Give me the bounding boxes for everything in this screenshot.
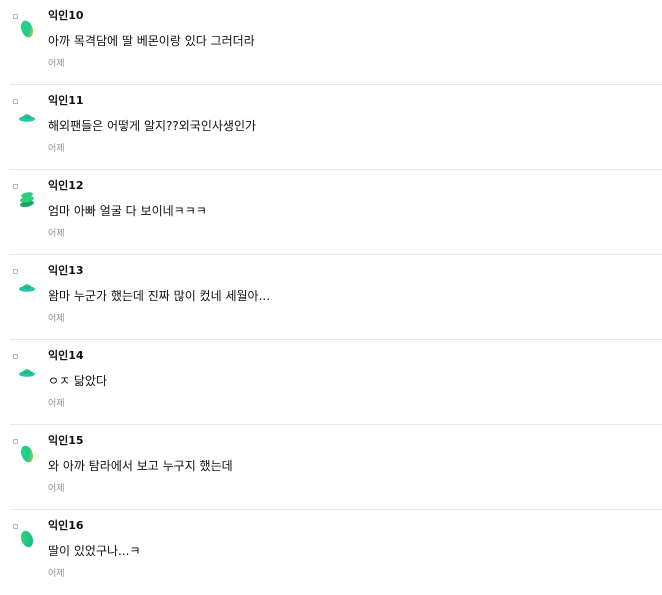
comment-time: 어제 <box>48 569 65 579</box>
comment-author[interactable]: 익인11 <box>48 94 84 108</box>
comment-author[interactable]: 익인15 <box>48 434 84 448</box>
green-yellow-leaf-icon <box>16 443 38 465</box>
comment-item: 익인13 왐마 누군가 했는데 진짜 많이 컸네 세월아... 어제 <box>10 255 662 340</box>
green-leaf-icon <box>16 528 38 550</box>
comment-list: 익인10 아까 목격담에 딸 베몬이랑 있다 그러더라 어제 익인11 해외팬들… <box>0 0 662 587</box>
comment-time: 어제 <box>48 484 65 494</box>
comment-text: 해외팬들은 어떻게 알지??외국인사생인가 <box>48 119 257 133</box>
comment-text: 아까 목격담에 딸 베몬이랑 있다 그러더라 <box>48 34 255 48</box>
comment-text: 딸이 있었구나...ㅋ <box>48 544 141 558</box>
comment-time: 어제 <box>48 59 65 69</box>
comment-item: 익인16 딸이 있었구나...ㅋ 어제 <box>10 510 662 595</box>
comment-author[interactable]: 익인10 <box>48 9 84 23</box>
comment-time: 어제 <box>48 314 65 324</box>
comment-item: 익인10 아까 목격담에 딸 베몬이랑 있다 그러더라 어제 <box>10 0 662 85</box>
comment-item: 익인12 엄마 아빠 얼굴 다 보이네ㅋㅋㅋ 어제 <box>10 170 662 255</box>
comment-author[interactable]: 익인16 <box>48 519 84 533</box>
comment-text: 엄마 아빠 얼굴 다 보이네ㅋㅋㅋ <box>48 204 207 218</box>
comment-text: 왐마 누군가 했는데 진짜 많이 컸네 세월아... <box>48 289 271 303</box>
comment-item: 익인11 해외팬들은 어떻게 알지??외국인사생인가 어제 <box>10 85 662 170</box>
green-stacked-icon <box>16 188 38 210</box>
comment-text: 와 아까 탐라에서 보고 누구지 했는데 <box>48 459 233 473</box>
comment-author[interactable]: 익인12 <box>48 179 84 193</box>
green-yellow-leaf-icon <box>16 18 38 40</box>
mint-flat-icon <box>16 103 38 125</box>
comment-author[interactable]: 익인13 <box>48 264 84 278</box>
comment-time: 어제 <box>48 399 65 409</box>
mint-flat-icon <box>16 358 38 380</box>
comment-author[interactable]: 익인14 <box>48 349 84 363</box>
comment-time: 어제 <box>48 144 65 154</box>
comment-time: 어제 <box>48 229 65 239</box>
comment-item: 익인14 ㅇㅈ 닮았다 어제 <box>10 340 662 425</box>
comment-item: 익인15 와 아까 탐라에서 보고 누구지 했는데 어제 <box>10 425 662 510</box>
comment-text: ㅇㅈ 닮았다 <box>48 374 108 388</box>
mint-flat-icon <box>16 273 38 295</box>
